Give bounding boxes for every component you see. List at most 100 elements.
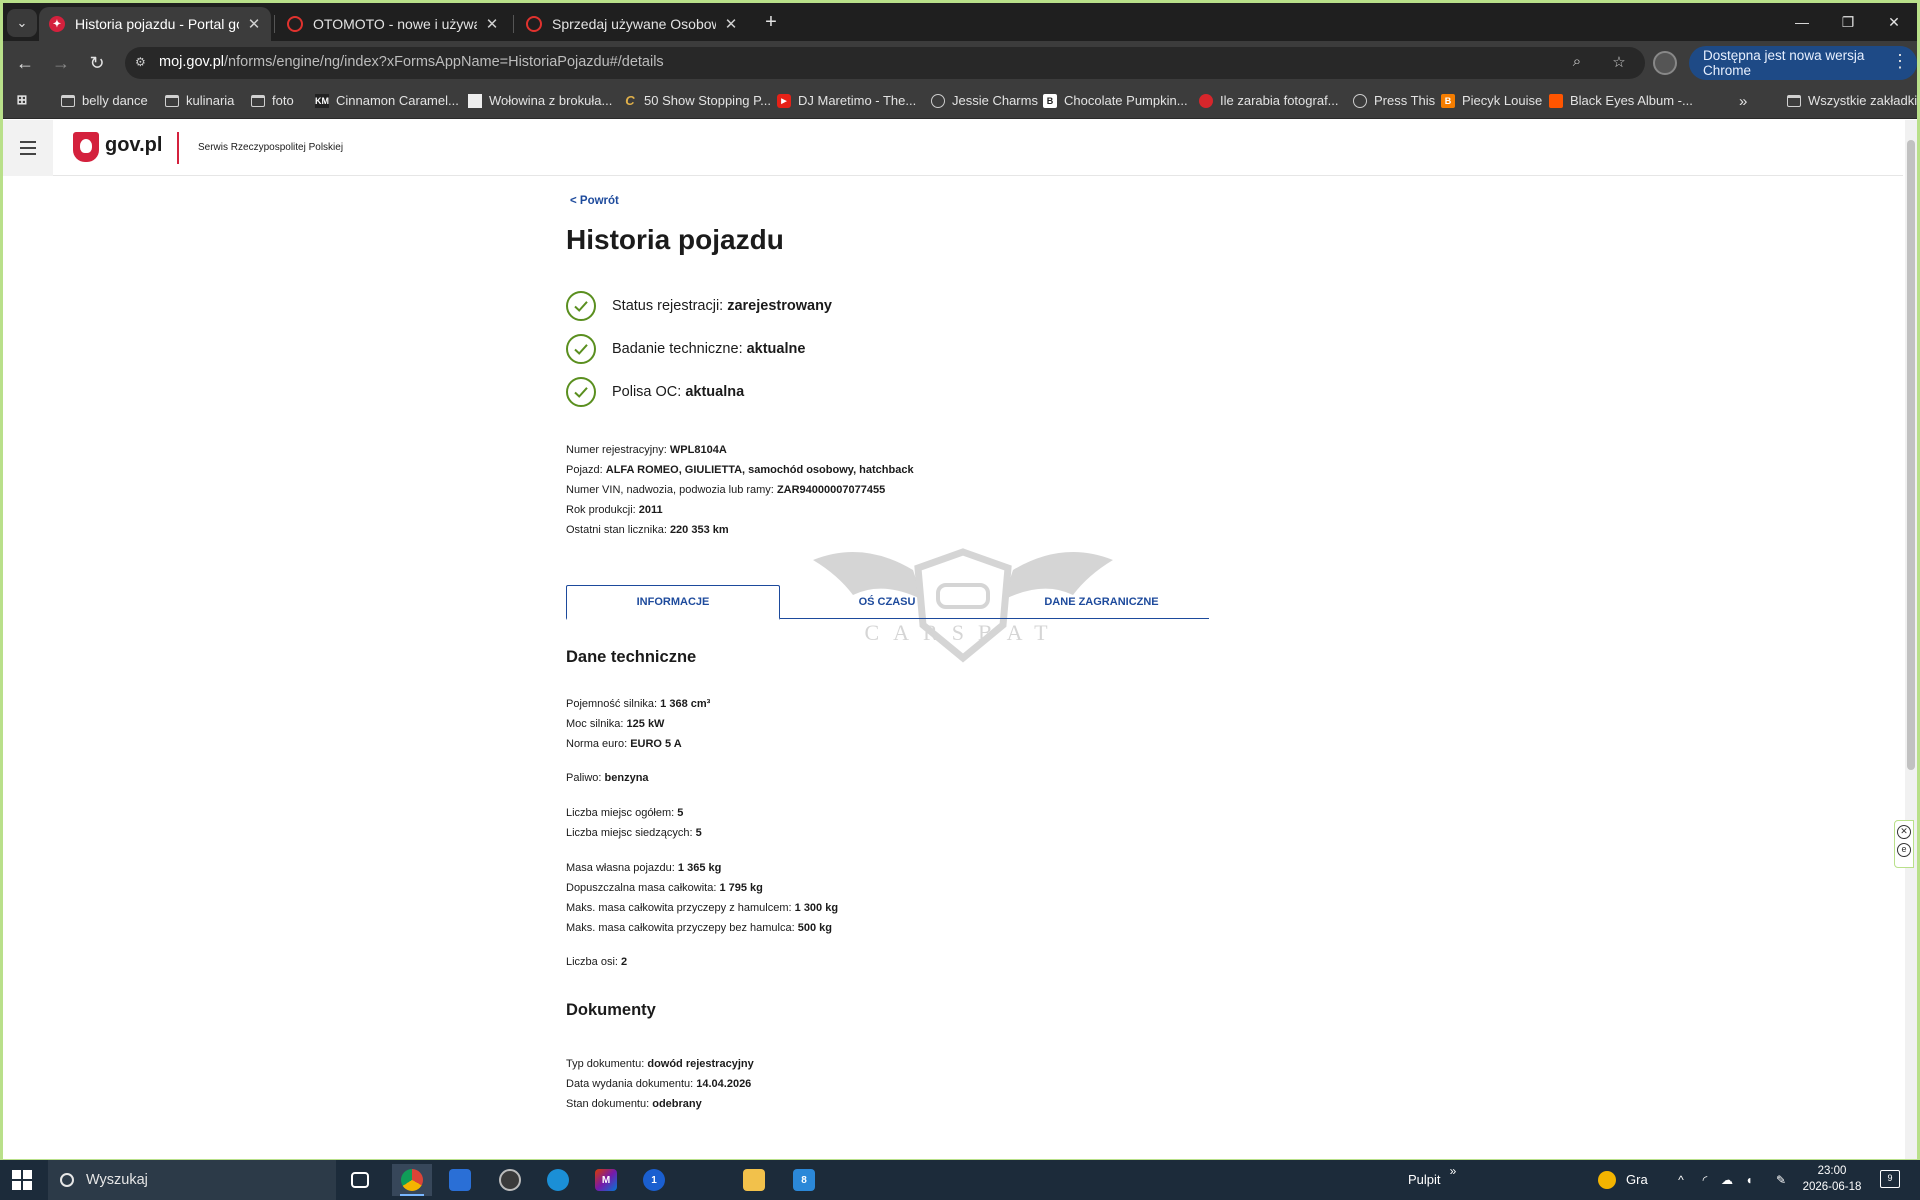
windows-taskbar: Wyszukaj M 1 8 Pulpit » Gra ^ ◜ ☁ ◖ ✎ 23… [0,1160,1920,1200]
tab-historia-pojazdu[interactable]: ✦ Historia pojazdu - Portal gov.pl ✕ [39,7,271,41]
chevron-double-icon[interactable]: » [1446,1164,1460,1178]
red-favicon-icon [1199,93,1213,108]
tab-otomoto[interactable]: OTOMOTO - nowe i używane sa ✕ [277,7,509,41]
site-info-icon[interactable]: ⚙ [135,55,151,71]
clock-time: 23:00 [1817,1165,1847,1177]
bookmark-wolowina[interactable]: Wołowina z brokuła... [468,93,612,108]
check-circle-icon [566,377,596,407]
clock-date: 2026-06-18 [1802,1181,1862,1193]
tab-search-button[interactable]: ⌄ [7,9,37,37]
pen-icon[interactable]: ✎ [1774,1173,1788,1187]
app-taskbar-icon[interactable] [490,1164,530,1196]
page-title: Historia pojazdu [566,224,784,255]
status-registration: Status rejestracji: zarejestrowany [566,290,832,322]
profile-avatar[interactable] [1653,51,1677,75]
status-insurance: Polisa OC: aktualna [566,376,744,408]
new-tab-button[interactable]: + [758,9,784,35]
polish-eagle-logo[interactable] [73,132,99,162]
more-bookmarks-icon[interactable]: » [1739,93,1747,110]
bookmark-cinnamon-caramel[interactable]: KM Cinnamon Caramel... [315,93,459,108]
details-tabs: INFORMACJE OŚ CZASU DANE ZAGRANICZNE [566,585,1209,620]
close-tab-icon[interactable]: ✕ [247,15,261,33]
desktop-toolbar-label[interactable]: Pulpit [1408,1172,1441,1187]
tray-chevron-up-icon[interactable]: ^ [1674,1173,1688,1187]
doc-type: Typ dokumentu: dowód rejestracyjny [566,1058,754,1070]
bookmark-black-eyes[interactable]: Black Eyes Album -... [1549,93,1693,108]
km-favicon-icon: KM [315,93,329,108]
edge-taskbar-icon[interactable] [538,1164,578,1196]
scrollbar-thumb[interactable] [1907,140,1915,770]
page-viewport: gov.pl Serwis Rzeczypospolitej Polskiej … [3,120,1903,1159]
check-circle-icon [566,334,596,364]
bookmark-piecyk-louise[interactable]: B Piecyk Louise [1441,93,1542,108]
bookmark-foto[interactable]: foto [251,93,294,108]
chrome-menu-icon[interactable]: ⋮ [1891,51,1909,72]
m365-taskbar-icon[interactable]: M [586,1164,626,1196]
c-favicon-icon: C [625,93,635,108]
bookmark-belly-dance[interactable]: belly dance [61,93,148,108]
blogger-icon: B [1441,93,1455,108]
close-tab-icon[interactable]: ✕ [724,15,738,33]
vehicle-model: Pojazd: ALFA ROMEO, GIULIETTA, samochód … [566,464,914,476]
all-bookmarks[interactable]: Wszystkie zakładki [1787,93,1917,108]
clock[interactable]: 23:00 2026-06-18 [1792,1163,1872,1195]
tab-title: OTOMOTO - nowe i używane sa [313,16,477,32]
restore-icon[interactable]: ❐ [1825,3,1871,41]
folder-icon [165,94,179,107]
vehicle-registration-number: Numer rejestracyjny: WPL8104A [566,444,727,456]
extension-e-icon[interactable]: e [1897,843,1911,857]
address-bar[interactable]: ⚙ moj.gov.pl/nforms/engine/ng/index?xFor… [125,47,1645,79]
notifications-icon[interactable]: 9 [1880,1170,1900,1188]
side-extension-widget[interactable]: ✕ e [1894,820,1914,868]
folder-icon [251,94,265,107]
onedrive-icon[interactable]: ☁ [1720,1173,1734,1187]
bookmark-ile-zarabia[interactable]: Ile zarabia fotograf... [1199,93,1339,108]
tab-os-czasu[interactable]: OŚ CZASU [780,585,994,619]
bookmark-dj-maretimo[interactable]: ▶ DJ Maretimo - The... [777,93,916,108]
forward-arrow-icon[interactable]: → [47,50,75,76]
tab-sprzedaj[interactable]: Sprzedaj używane Osobowe | O ✕ [516,7,748,41]
tech-axles: Liczba osi: 2 [566,956,628,968]
network-icon[interactable]: ◜ [1698,1173,1712,1187]
back-arrow-icon[interactable]: ← [11,50,39,76]
tech-seats-sitting: Liczba miejsc siedzących: 5 [566,827,702,839]
back-link[interactable]: < Powrót [570,195,619,207]
gov-logo-text[interactable]: gov.pl [105,134,162,157]
minimize-icon[interactable]: — [1779,3,1825,41]
bookmark-star-icon[interactable]: ☆ [1609,53,1629,73]
close-tab-icon[interactable]: ✕ [485,15,499,33]
zoom-icon[interactable]: ⌕ [1567,53,1587,73]
chrome-taskbar-icon[interactable] [392,1164,432,1196]
weather-icon[interactable] [1598,1171,1616,1189]
windows-start-icon[interactable] [12,1170,32,1190]
apps-grid-icon[interactable]: ⊞ [15,92,36,107]
mail-taskbar-icon[interactable]: 8 [784,1164,824,1196]
tech-trailer-braked: Maks. masa całkowita przyczepy z hamulce… [566,902,839,914]
volume-icon[interactable]: ◖ [1742,1173,1756,1187]
page-scrollbar[interactable] [1905,120,1917,1159]
task-view-icon[interactable] [340,1164,380,1196]
menu-hamburger-icon[interactable] [3,120,53,176]
bookmark-50-show-stopping[interactable]: C 50 Show Stopping P... [623,93,771,108]
onepassword-taskbar-icon[interactable]: 1 [634,1164,674,1196]
store-taskbar-icon[interactable] [440,1164,480,1196]
tab-dane-zagraniczne[interactable]: DANE ZAGRANICZNE [994,585,1209,619]
gov-favicon-icon: ✦ [49,16,65,32]
tech-seats-total: Liczba miejsc ogółem: 5 [566,807,684,819]
bookmark-jessie-charms[interactable]: Jessie Charms [931,93,1038,108]
chrome-update-button[interactable]: Dostępna jest nowa wersja Chrome [1689,46,1917,80]
weather-label[interactable]: Gra [1626,1172,1648,1187]
tab-strip: ⌄ ✦ Historia pojazdu - Portal gov.pl ✕ O… [3,3,1917,41]
youtube-icon: ▶ [777,93,791,108]
taskbar-search[interactable]: Wyszukaj [48,1160,336,1200]
tab-informacje[interactable]: INFORMACJE [566,585,780,620]
window-controls: — ❐ ✕ [1779,3,1917,41]
reload-icon[interactable]: ↻ [83,50,111,76]
close-circle-icon[interactable]: ✕ [1897,825,1911,839]
close-window-icon[interactable]: ✕ [1871,3,1917,41]
bookmark-kulinaria[interactable]: kulinaria [165,93,234,108]
bookmark-press-this[interactable]: Press This [1353,93,1435,108]
bookmark-chocolate-pumpkin[interactable]: B Chocolate Pumpkin... [1043,93,1188,108]
file-explorer-taskbar-icon[interactable] [734,1164,774,1196]
check-circle-icon [566,291,596,321]
